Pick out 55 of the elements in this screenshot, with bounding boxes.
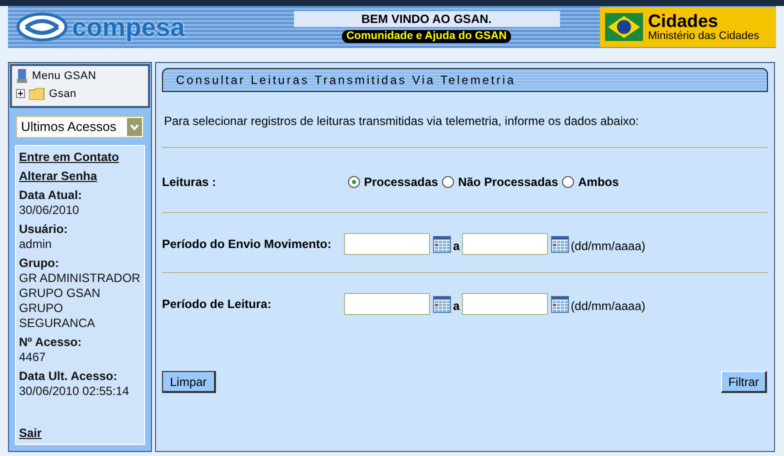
range-separator: a (453, 298, 460, 314)
sidebar-link[interactable]: Entre em Contato (19, 150, 141, 165)
dropdown-icon[interactable] (127, 118, 142, 136)
recent-select[interactable]: Ultimos Acessos (16, 116, 144, 138)
info-value: SEGURANCA (19, 316, 96, 331)
folder-icon (29, 88, 45, 100)
info-value: GRUPO (19, 301, 64, 316)
calendar-icon[interactable] (550, 296, 569, 312)
expand-icon[interactable] (16, 89, 25, 98)
filter-button[interactable]: Filtrar (721, 371, 767, 393)
logout-link[interactable]: Sair (19, 426, 141, 441)
info-label: Usuário: (19, 222, 69, 237)
info-label: Data Ult. Acesso: (19, 369, 118, 384)
welcome-banner: BEM VINDO AO GSAN. (294, 11, 560, 27)
radio-button[interactable] (348, 176, 360, 188)
community-link[interactable]: Comunidade e Ajuda do GSAN (342, 30, 511, 43)
date-format-hint: (dd/mm/aaaa) (570, 298, 646, 314)
calendar-icon[interactable] (433, 236, 451, 252)
calendar-icon[interactable] (433, 296, 451, 312)
radio-option[interactable]: Não Processadas (442, 173, 558, 191)
tree-item[interactable]: Gsan (16, 86, 144, 102)
ministry-subtitle: Ministério das Cidades (648, 31, 760, 42)
date-field[interactable] (462, 233, 548, 255)
date-field[interactable] (344, 233, 430, 255)
radio-button[interactable] (562, 176, 574, 188)
clear-button[interactable]: Limpar (162, 371, 216, 393)
field-label: Período de Leitura: (162, 296, 272, 313)
info-label: Grupo: (19, 256, 60, 271)
sidebar-link[interactable]: Alterar Senha (19, 169, 141, 184)
logo-text: compesa (72, 14, 185, 40)
range-separator: a (453, 238, 460, 254)
intro-text: Para selecionar registros de leituras transmitidas via telemetria, informe os dados abaixo: (164, 113, 640, 130)
info-value: 30/06/2010 02:55:14 (19, 384, 130, 399)
radio-option[interactable]: Processadas (348, 173, 438, 191)
date-format-hint: (dd/mm/aaaa) (570, 238, 646, 254)
info-value: 4467 (19, 350, 47, 365)
info-value: 30/06/2010 (19, 203, 80, 218)
flag-icon (604, 10, 644, 44)
field-label: Leituras : (162, 174, 218, 191)
date-field[interactable] (462, 293, 548, 315)
date-field[interactable] (344, 293, 430, 315)
field-label: Período do Envio Movimento: (162, 236, 332, 253)
info-label: Data Atual: (19, 188, 83, 203)
info-label: Nº Acesso: (19, 335, 83, 350)
info-value: admin (19, 237, 53, 252)
ministry-title: Cidades (648, 12, 720, 30)
radio-button[interactable] (442, 176, 454, 188)
calendar-icon[interactable] (550, 236, 569, 252)
radio-option[interactable]: Ambos (562, 173, 619, 191)
info-value: GR ADMINISTRADOR (19, 271, 141, 286)
logo-icon (16, 12, 68, 42)
form-title: Consultar Leituras Transmitidas Via Telemetria (176, 72, 516, 89)
computer-icon (16, 69, 28, 84)
menu-title: Menu GSAN (32, 69, 96, 84)
info-value: GRUPO GSAN (19, 286, 102, 301)
